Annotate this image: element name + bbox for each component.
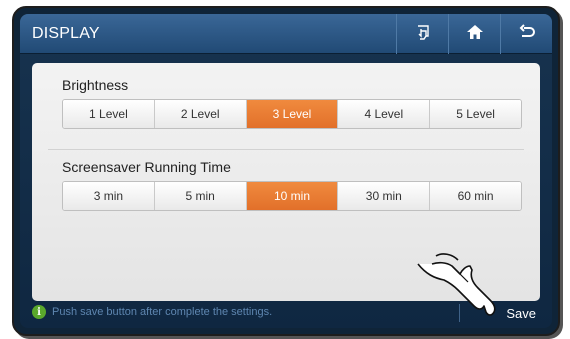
touch-icon — [414, 23, 432, 46]
page-title: DISPLAY — [32, 25, 100, 42]
brightness-option-2[interactable]: 2 Level — [154, 100, 247, 128]
save-button[interactable]: Save — [462, 298, 542, 328]
status-bar: i Push save button after complete the se… — [20, 298, 552, 328]
home-button[interactable] — [448, 14, 500, 54]
screensaver-option-3min[interactable]: 3 min — [63, 182, 155, 210]
touch-button[interactable] — [396, 14, 448, 54]
screensaver-selector: 3 min 5 min 10 min 30 min 60 min — [62, 181, 522, 211]
brightness-option-3[interactable]: 3 Level — [246, 100, 339, 128]
brightness-label: Brightness — [62, 77, 129, 93]
title-bar: DISPLAY — [20, 14, 552, 54]
screensaver-option-60min[interactable]: 60 min — [430, 182, 521, 210]
screen: DISPLAY Brightness 1 Level 2 Level 3 Lev… — [20, 14, 552, 328]
brightness-selector: 1 Level 2 Level 3 Level 4 Level 5 Level — [62, 99, 522, 129]
save-hint: Push save button after complete the sett… — [52, 306, 273, 318]
home-icon — [466, 23, 484, 46]
brightness-option-4[interactable]: 4 Level — [338, 100, 431, 128]
screensaver-option-10min[interactable]: 10 min — [246, 182, 339, 210]
save-divider — [459, 304, 460, 322]
back-button[interactable] — [500, 14, 552, 54]
brightness-option-5[interactable]: 5 Level — [430, 100, 521, 128]
device-frame: DISPLAY Brightness 1 Level 2 Level 3 Lev… — [12, 6, 560, 336]
back-icon — [518, 23, 536, 46]
settings-panel: Brightness 1 Level 2 Level 3 Level 4 Lev… — [32, 63, 540, 301]
screensaver-option-30min[interactable]: 30 min — [338, 182, 431, 210]
brightness-option-1[interactable]: 1 Level — [63, 100, 155, 128]
info-icon: i — [32, 305, 46, 319]
screensaver-option-5min[interactable]: 5 min — [154, 182, 247, 210]
screensaver-label: Screensaver Running Time — [62, 159, 231, 175]
section-divider — [48, 149, 524, 150]
